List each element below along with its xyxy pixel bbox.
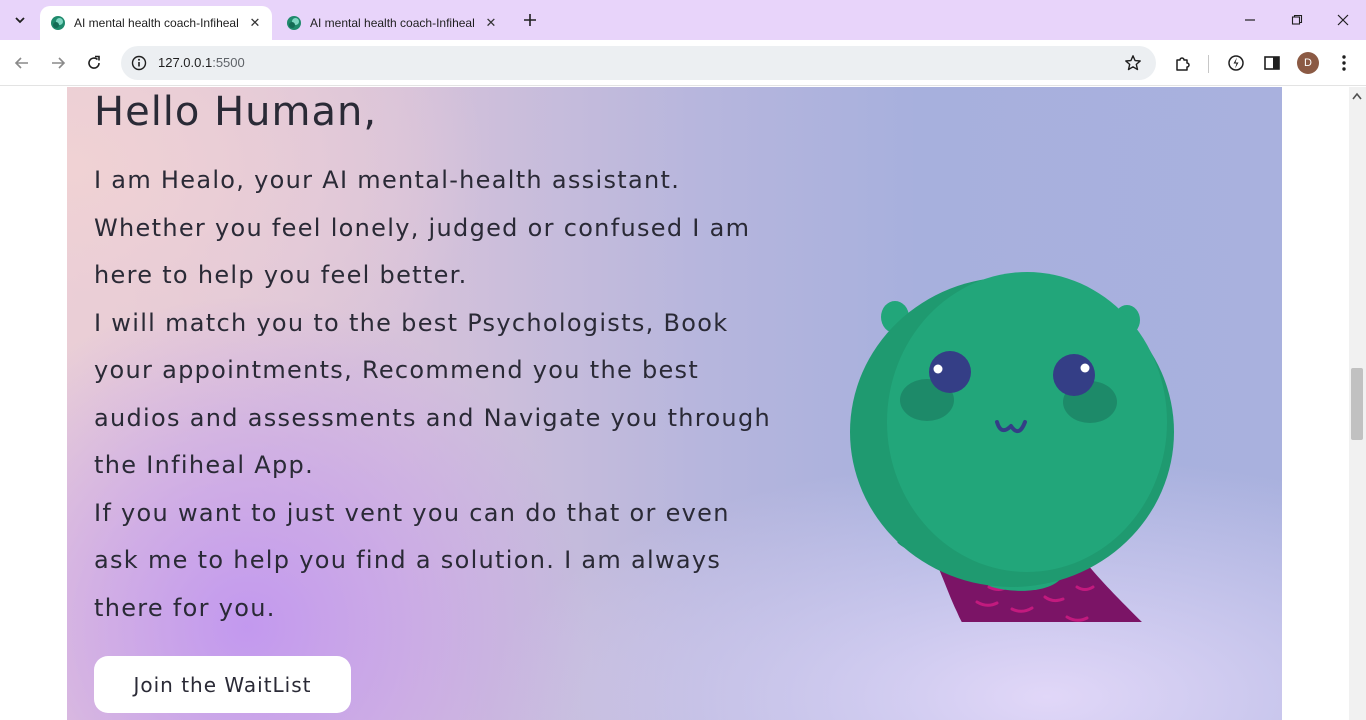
- hero-body: I am Healo, your AI mental-health assist…: [94, 157, 774, 632]
- tab-inactive[interactable]: AI mental health coach-Infiheal ✕: [276, 6, 508, 40]
- healo-mascot-illustration: [850, 272, 1174, 622]
- scroll-up-arrow-icon[interactable]: [1352, 92, 1362, 100]
- scrollbar-thumb[interactable]: [1351, 368, 1363, 440]
- hero-paragraph-features: I will match you to the best Psychologis…: [94, 308, 771, 480]
- reload-icon[interactable]: [82, 51, 106, 75]
- page-viewport: Hello Human, I am Healo, your AI mental-…: [0, 87, 1366, 720]
- performance-icon[interactable]: [1225, 52, 1247, 74]
- profile-avatar[interactable]: D: [1297, 52, 1319, 74]
- tab-title: AI mental health coach-Infiheal: [74, 16, 239, 30]
- restore-icon[interactable]: [1285, 8, 1309, 32]
- forward-icon[interactable]: [46, 51, 70, 75]
- tab-search-icon[interactable]: [8, 8, 32, 32]
- hero-paragraph-intro: I am Healo, your AI mental-health assist…: [94, 166, 751, 289]
- minimize-icon[interactable]: [1238, 8, 1262, 32]
- new-tab-icon[interactable]: [520, 10, 540, 30]
- tab-title: AI mental health coach-Infiheal: [310, 16, 475, 30]
- hero-section: Hello Human, I am Healo, your AI mental-…: [67, 87, 1282, 720]
- browser-toolbar: 127.0.0.1:5500 D: [0, 40, 1366, 86]
- menu-icon[interactable]: [1333, 52, 1355, 74]
- hero-title: Hello Human,: [94, 89, 378, 135]
- url-text[interactable]: 127.0.0.1:5500: [158, 55, 245, 70]
- infiheal-favicon-icon: [287, 16, 301, 30]
- join-waitlist-button[interactable]: Join the WaitList: [94, 656, 351, 713]
- extensions-icon[interactable]: [1172, 52, 1194, 74]
- mascot-right-eye: [1053, 354, 1095, 396]
- hero-paragraph-vent: If you want to just vent you can do that…: [94, 498, 730, 622]
- side-panel-icon[interactable]: [1261, 52, 1283, 74]
- bookmark-star-icon[interactable]: [1124, 54, 1142, 72]
- address-bar[interactable]: 127.0.0.1:5500: [121, 46, 1156, 80]
- site-info-icon[interactable]: [131, 55, 147, 71]
- window-close-icon[interactable]: [1331, 8, 1355, 32]
- toolbar-divider: [1208, 55, 1209, 73]
- tab-strip: AI mental health coach-Infiheal ✕ AI men…: [0, 0, 1366, 40]
- close-icon[interactable]: ✕: [246, 14, 264, 32]
- close-icon[interactable]: ✕: [482, 14, 500, 32]
- back-icon[interactable]: [10, 51, 34, 75]
- infiheal-favicon-icon: [51, 16, 65, 30]
- tab-active[interactable]: AI mental health coach-Infiheal ✕: [40, 6, 272, 40]
